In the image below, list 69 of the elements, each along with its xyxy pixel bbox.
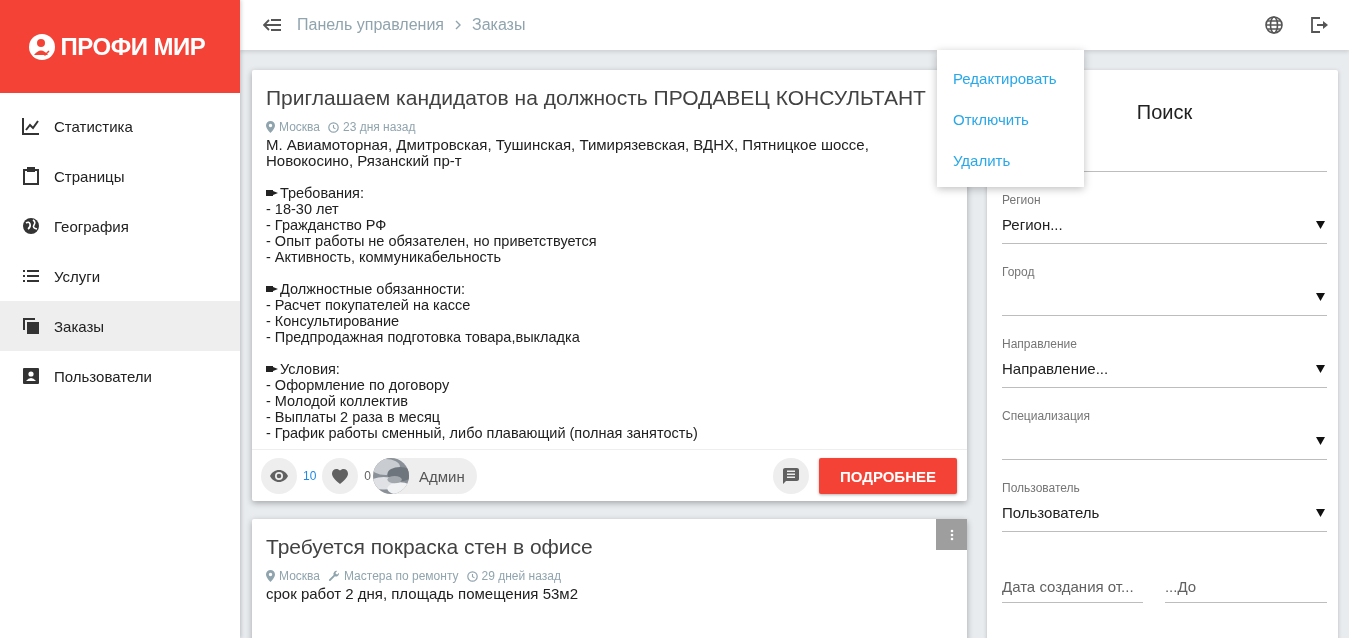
- list-icon: [22, 267, 40, 285]
- select-field[interactable]: Направление Направление...: [1002, 316, 1327, 388]
- select-field[interactable]: Город: [1002, 244, 1327, 316]
- requirement-item: - Активность, коммуникабельность: [266, 249, 503, 265]
- dropdown-arrow-icon: [1316, 221, 1325, 229]
- dropdown-arrow-icon: [1316, 437, 1325, 445]
- views-button[interactable]: [261, 458, 297, 494]
- collapse-menu-icon[interactable]: [263, 19, 281, 31]
- logout-icon[interactable]: [1309, 15, 1329, 35]
- requirement-item: - 18-30 лет: [266, 201, 340, 217]
- clipboard-icon: [22, 167, 40, 185]
- requirement-item: - Консультирование: [266, 313, 401, 329]
- account-card-icon: [22, 367, 40, 385]
- author-chip[interactable]: Админ: [373, 458, 477, 494]
- globe-icon[interactable]: [1264, 15, 1284, 35]
- location-pin-icon: [266, 570, 275, 582]
- eye-icon: [270, 470, 288, 482]
- marker-icon: [266, 190, 279, 196]
- marker-icon: [266, 286, 279, 292]
- likes-count: 0: [364, 469, 372, 483]
- requirement-item: - Гражданство РФ: [266, 217, 388, 233]
- order-title: Приглашаем кандидатов на должность ПРОДАВЕЦ КОНСУЛЬТАНТ: [266, 86, 927, 110]
- meta-text: Москва: [279, 120, 320, 134]
- requirement-item: - График работы сменный, либо плавающий (полная занятость): [266, 425, 699, 441]
- select-field[interactable]: Специализация: [1002, 388, 1327, 460]
- sidebar-item[interactable]: Пользователи: [0, 351, 240, 401]
- like-button[interactable]: [322, 458, 359, 494]
- logo-icon: [28, 33, 55, 60]
- section-heading: Должностные обязанности:: [280, 281, 466, 297]
- requirement-item: - Молодой коллектив: [266, 393, 410, 409]
- brand-name: ПРОФИ МИР: [60, 32, 206, 61]
- clock-icon: [327, 121, 339, 133]
- copies-icon: [22, 317, 40, 335]
- wrench-icon: [327, 570, 340, 582]
- select-field[interactable]: Пользователь Пользователь: [1002, 460, 1327, 532]
- meta-text: 23 дня назад: [342, 120, 416, 134]
- order-title: Требуется покраска стен в офисе: [266, 535, 594, 559]
- section-heading: Требования:: [280, 185, 364, 201]
- requirement-item: - Расчет покупателей на кассе: [266, 297, 472, 313]
- meta-text: 29 дней назад: [481, 569, 561, 583]
- heart-icon: [332, 468, 349, 484]
- order-description: М. Авиамоторная, Дмитровская, Тушинская, Тимирязевская, ВДНХ, Пятницкое шоссе, Новокосино, Рязанский пр-т: [266, 137, 870, 169]
- requirement-item: - Оформление по договору: [266, 377, 451, 393]
- details-button[interactable]: ПОДРОБНЕЕ: [818, 458, 957, 494]
- sidebar-item[interactable]: Страницы: [0, 151, 240, 201]
- marker-icon: [266, 366, 279, 372]
- sidebar-item[interactable]: Статистика: [0, 101, 240, 151]
- sidebar-item[interactable]: Услуги: [0, 251, 240, 301]
- dropdown-arrow-icon: [1316, 509, 1325, 517]
- views-count: 10: [303, 469, 317, 483]
- meta-text: Мастера по ремонту: [343, 569, 459, 583]
- more-vertical-icon: [949, 528, 954, 541]
- meta-text: Москва: [279, 569, 320, 583]
- sidebar-item[interactable]: География: [0, 201, 240, 251]
- clock-icon: [466, 570, 478, 582]
- chevron-icon: [454, 20, 462, 30]
- order-description: срок работ 2 дня, площадь помещения 53м2: [266, 586, 579, 602]
- requirement-item: - Предпродажная подготовка товара,выкладка: [266, 329, 581, 345]
- section-heading: Условия:: [280, 361, 340, 377]
- dropdown-arrow-icon: [1316, 293, 1325, 301]
- chart-icon: [22, 117, 40, 135]
- globe-icon: [22, 217, 40, 235]
- comment-button[interactable]: [772, 458, 809, 494]
- comment-icon: [782, 468, 799, 484]
- requirement-item: - Выплаты 2 раза в месяц: [266, 409, 442, 425]
- location-pin-icon: [266, 121, 275, 133]
- requirement-item: - Опыт работы не обязателен, но приветствуется: [266, 233, 598, 249]
- sidebar-item[interactable]: Заказы: [0, 301, 240, 351]
- dropdown-arrow-icon: [1316, 365, 1325, 373]
